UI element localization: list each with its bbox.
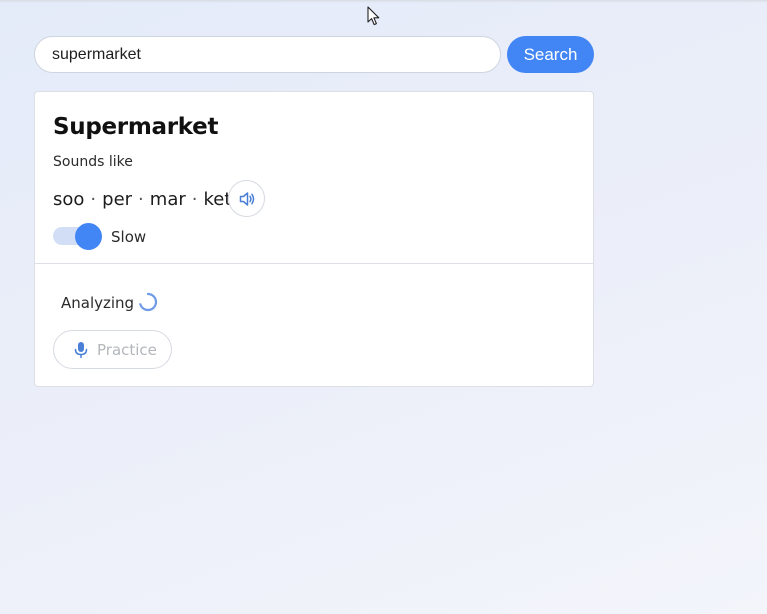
top-shadow bbox=[0, 0, 767, 3]
slow-toggle[interactable] bbox=[53, 222, 105, 250]
microphone-icon bbox=[74, 341, 88, 358]
syllable: soo bbox=[53, 189, 85, 210]
syllable-separator: · bbox=[191, 189, 198, 210]
practice-label: Practice bbox=[97, 340, 157, 359]
word-title: Supermarket bbox=[53, 114, 219, 140]
analyzing-status: Analyzing bbox=[61, 294, 135, 312]
syllable-separator: · bbox=[90, 189, 97, 210]
section-divider bbox=[35, 263, 593, 264]
sounds-like-label: Sounds like bbox=[53, 154, 133, 170]
search-input[interactable] bbox=[34, 36, 501, 73]
syllable-separator: · bbox=[138, 189, 144, 210]
mouse-cursor-icon bbox=[367, 6, 380, 26]
slow-toggle-label: Slow bbox=[111, 228, 147, 246]
pronunciation-syllables: soo · per · mar · ket bbox=[53, 189, 231, 210]
play-pronunciation-button[interactable] bbox=[228, 180, 265, 217]
search-bar: Search bbox=[34, 36, 594, 73]
syllable: mar bbox=[149, 189, 186, 210]
toggle-knob bbox=[75, 223, 102, 250]
speaker-icon bbox=[239, 191, 254, 206]
loading-spinner-icon bbox=[139, 292, 158, 312]
result-card: Supermarket Sounds like soo · per · mar · ket … bbox=[34, 91, 594, 387]
search-button[interactable]: Search bbox=[507, 36, 594, 73]
practice-button[interactable]: Practice bbox=[53, 330, 172, 369]
syllable: per bbox=[102, 189, 133, 210]
